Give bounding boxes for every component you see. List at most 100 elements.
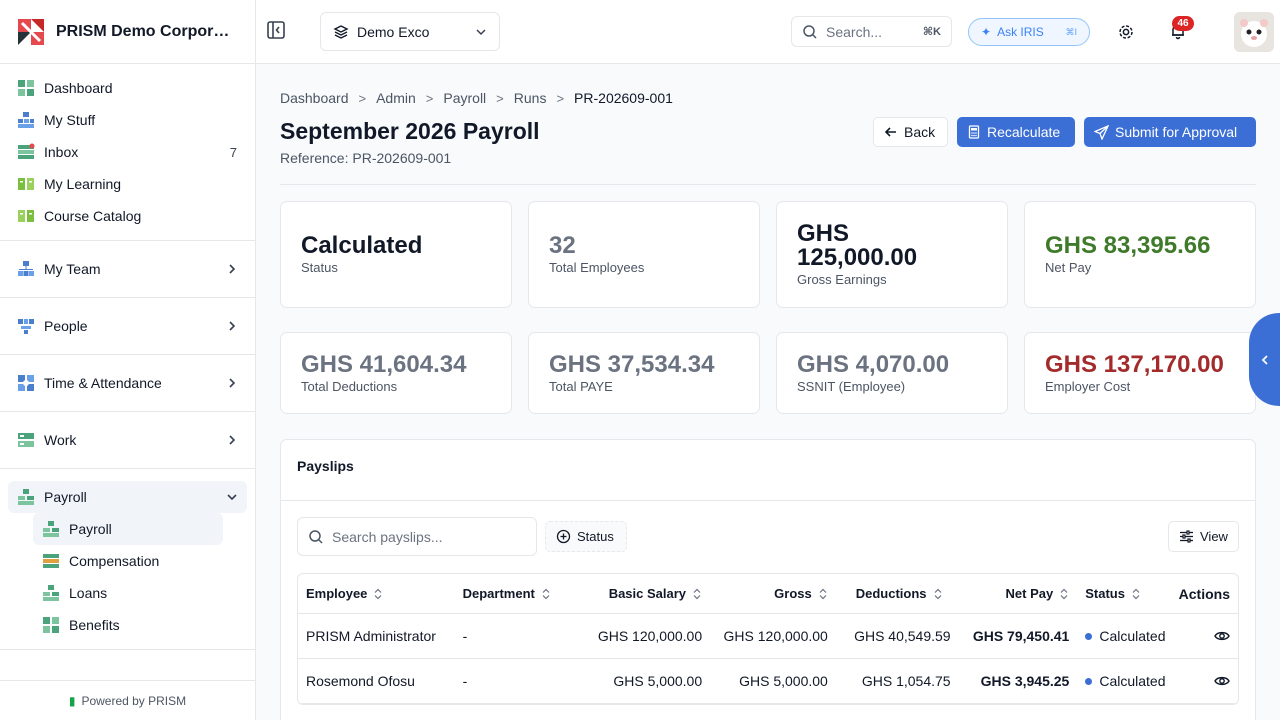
chevron-down-icon: [227, 494, 237, 501]
dashboard-icon: [16, 78, 36, 98]
cell-gross: GHS 120,000.00: [723, 628, 828, 644]
sidebar-item-payroll[interactable]: Payroll: [8, 481, 247, 513]
column-header-department[interactable]: Department: [455, 586, 571, 601]
sidebar-item-people[interactable]: People: [8, 310, 247, 342]
cell-status: Calculated: [1077, 628, 1180, 644]
table-row[interactable]: Rosemond Ofosu - GHS 5,000.00 GHS 5,000.…: [298, 659, 1238, 704]
column-header-net-pay[interactable]: Net Pay: [958, 586, 1077, 601]
cell-actions: [1180, 673, 1238, 689]
sidebar-item-time-attendance[interactable]: Time & Attendance: [8, 367, 247, 399]
column-header-deductions[interactable]: Deductions: [836, 586, 959, 601]
eye-icon[interactable]: [1214, 628, 1230, 644]
sidebar-item-my-team[interactable]: My Team: [8, 253, 247, 285]
cell-basic-salary: GHS 5,000.00: [613, 673, 703, 689]
search-icon: [309, 529, 323, 544]
nav-group-people: People: [0, 298, 255, 355]
sidebar-item-inbox[interactable]: Inbox 7: [8, 136, 247, 168]
sidebar-subitem-benefits[interactable]: Benefits: [33, 609, 223, 641]
nav-group-main: Dashboard My Stuff Inbox 7 My Learning C…: [0, 64, 255, 241]
stat-card-total-paye: GHS 37,534.34 Total PAYE: [528, 332, 760, 414]
breadcrumb-dashboard[interactable]: Dashboard: [280, 90, 349, 106]
cell-net-pay: GHS 79,450.41: [972, 628, 1070, 644]
stat-card-total-employees: 32 Total Employees: [528, 201, 760, 308]
calculator-icon: [968, 125, 980, 139]
page-reference: Reference: PR-202609-001: [280, 150, 452, 166]
sort-icon: [1132, 588, 1140, 599]
eye-icon[interactable]: [1214, 673, 1230, 689]
breadcrumb: Dashboard > Admin > Payroll > Runs > PR-2026…: [280, 90, 673, 106]
sliders-icon: [1180, 530, 1193, 543]
nav-group-time: Time & Attendance: [0, 355, 255, 412]
main-content: Dashboard > Admin > Payroll > Runs > PR-2026…: [256, 64, 1280, 720]
ask-iris-button[interactable]: ✦ Ask IRIS ⌘I: [968, 18, 1090, 46]
recalculate-button[interactable]: Recalculate: [957, 117, 1075, 147]
sidebar-item-my-learning[interactable]: My Learning: [8, 168, 247, 200]
column-header-employee[interactable]: Employee: [298, 586, 455, 601]
back-button[interactable]: Back: [873, 117, 948, 147]
nav-group-my-team: My Team: [0, 241, 255, 298]
sort-icon: [693, 588, 701, 599]
chevron-down-icon: [476, 28, 486, 35]
cell-deductions: GHS 40,549.59: [854, 628, 951, 644]
sidebar-item-course-catalog[interactable]: Course Catalog: [8, 200, 247, 232]
sidebar-item-dashboard[interactable]: Dashboard: [8, 72, 247, 104]
clock-icon: [16, 373, 36, 393]
stat-card-gross-earnings: GHS 125,000.00 Gross Earnings: [776, 201, 1008, 308]
table-row[interactable]: PRISM Administrator - GHS 120,000.00 GHS…: [298, 614, 1238, 659]
benefits-icon: [41, 615, 61, 635]
cell-status: Calculated: [1077, 673, 1180, 689]
global-search[interactable]: Search... ⌘K: [791, 16, 952, 47]
breadcrumb-current: PR-202609-001: [574, 90, 673, 106]
sort-icon: [819, 588, 827, 599]
my-stuff-icon: [16, 110, 36, 130]
org-select[interactable]: Demo Exco: [320, 12, 500, 51]
cell-net-pay: GHS 3,945.25: [980, 673, 1070, 689]
sort-icon: [374, 588, 382, 599]
payslips-search-input[interactable]: Search payslips...: [297, 517, 537, 556]
brand[interactable]: PRISM Demo Corporation: [0, 0, 255, 64]
notification-badge: 46: [1172, 16, 1194, 31]
sort-icon: [1060, 588, 1068, 599]
sidebar: PRISM Demo Corporation Dashboard My Stuf…: [0, 0, 256, 720]
column-header-actions: Actions: [1178, 585, 1230, 602]
stat-card-net-pay: GHS 83,395.66 Net Pay: [1024, 201, 1256, 308]
payslips-table: Employee Department Basic Salary Gross D…: [297, 573, 1239, 705]
inbox-icon: [16, 142, 36, 162]
breadcrumb-payroll[interactable]: Payroll: [443, 90, 486, 106]
top-header: Demo Exco Search... ⌘K ✦ Ask IRIS ⌘I 46: [256, 0, 1280, 64]
search-icon: [803, 24, 817, 39]
page-title: September 2026 Payroll: [280, 118, 540, 144]
nav-group-work: Work: [0, 412, 255, 469]
table-header-row: Employee Department Basic Salary Gross D…: [298, 574, 1238, 614]
chevron-left-icon: [1261, 354, 1268, 365]
status-filter-button[interactable]: Status: [545, 521, 627, 552]
sidebar-subitem-compensation[interactable]: Compensation: [33, 545, 223, 577]
sidebar-subitem-payroll[interactable]: Payroll: [33, 513, 223, 545]
sidebar-subitem-loans[interactable]: Loans: [33, 577, 223, 609]
column-header-gross[interactable]: Gross: [710, 586, 836, 601]
sidebar-toggle-icon[interactable]: [266, 20, 288, 42]
sort-icon: [934, 588, 941, 599]
cell-basic-salary: GHS 120,000.00: [597, 628, 703, 644]
loans-icon: [41, 583, 61, 603]
payslips-divider: [281, 500, 1255, 501]
people-icon: [16, 316, 36, 336]
sidebar-item-work[interactable]: Work: [8, 424, 247, 456]
column-header-status[interactable]: Status: [1077, 586, 1180, 601]
chevron-right-icon: [229, 321, 236, 331]
gear-icon[interactable]: [1117, 23, 1135, 41]
breadcrumb-admin[interactable]: Admin: [376, 90, 416, 106]
column-header-basic-salary[interactable]: Basic Salary: [570, 586, 710, 601]
side-panel-toggle[interactable]: [1249, 313, 1280, 406]
view-options-button[interactable]: View: [1168, 521, 1239, 552]
avatar[interactable]: [1234, 12, 1274, 52]
sidebar-item-my-stuff[interactable]: My Stuff: [8, 104, 247, 136]
submit-for-approval-button[interactable]: Submit for Approval: [1084, 117, 1256, 147]
compensation-icon: [41, 551, 61, 571]
nav-group-payroll: Payroll Payroll Compensation Loans Benef…: [0, 469, 255, 650]
cell-actions: [1180, 628, 1238, 644]
breadcrumb-runs[interactable]: Runs: [514, 90, 547, 106]
stat-card-total-deductions: GHS 41,604.34 Total Deductions: [280, 332, 512, 414]
header-divider: [280, 184, 1256, 185]
plus-circle-icon: [556, 529, 571, 544]
